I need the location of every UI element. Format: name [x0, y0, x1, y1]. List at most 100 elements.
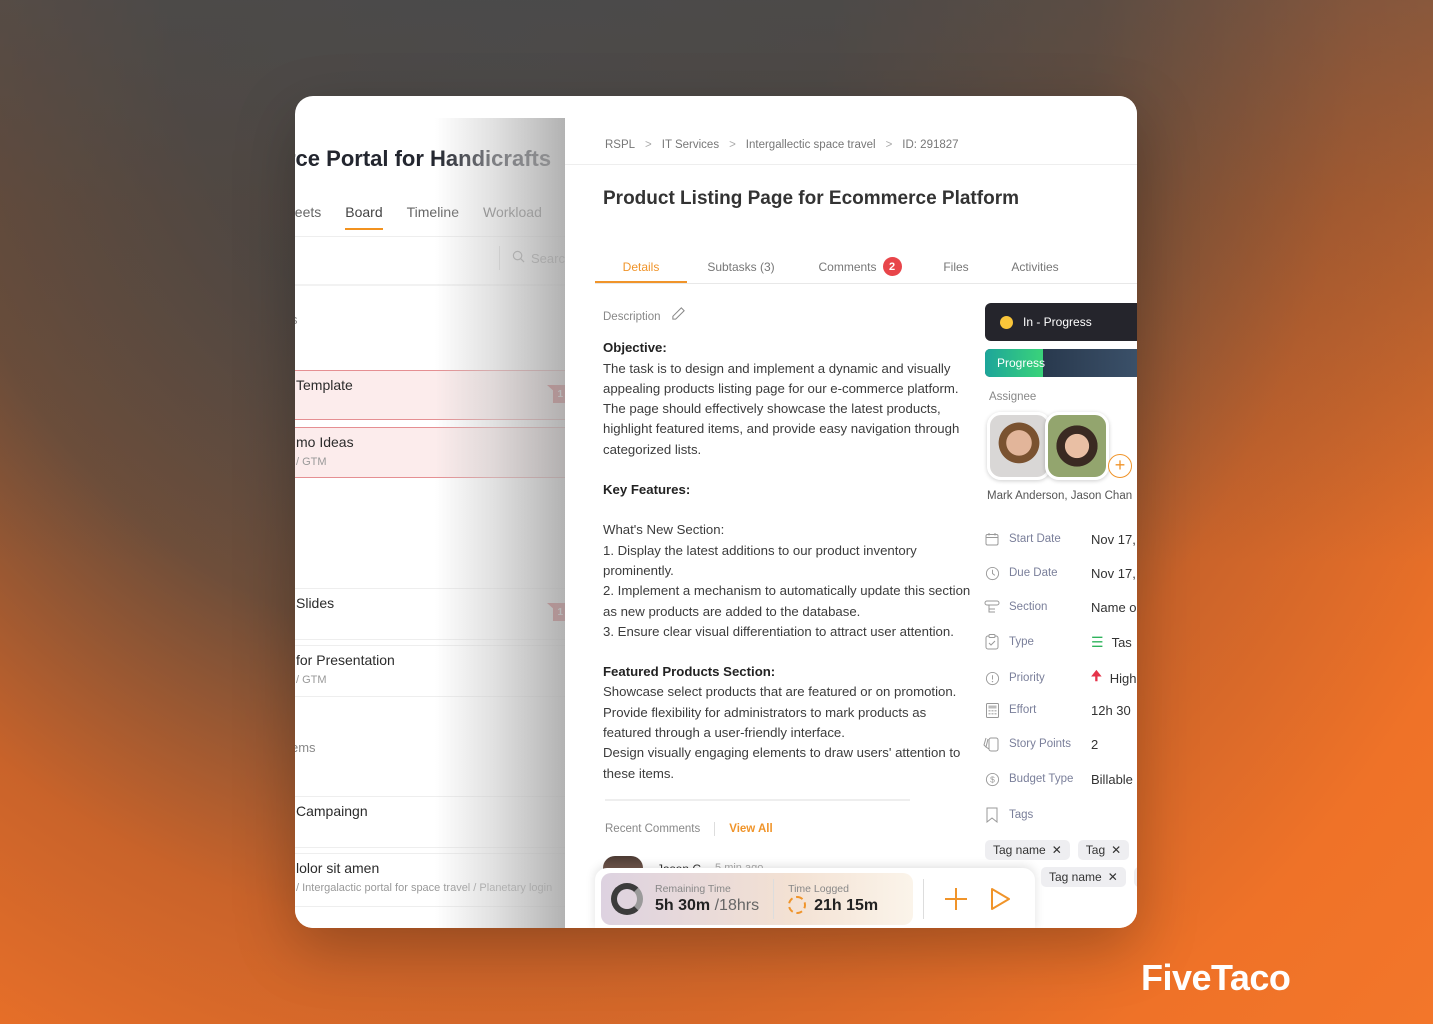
tab-details[interactable]: Details	[595, 254, 687, 283]
tab-board[interactable]: Board	[345, 204, 383, 230]
featured-item: Design visually engaging elements to dra…	[603, 745, 961, 781]
property-label: Budget Type	[1009, 773, 1074, 785]
chevron-right-icon: >	[885, 139, 893, 151]
property-value: 🠉 High	[1091, 667, 1137, 689]
task-card[interactable]: Slides 1	[295, 588, 565, 640]
task-title: Template	[296, 377, 353, 393]
property-effort[interactable]: Effort 12h 30	[983, 701, 1131, 719]
tag-list: Tag name✕ Tag✕ T	[985, 840, 1137, 860]
task-subtitle: / Intergalactic portal for space travel …	[296, 882, 553, 894]
whats-new-item: 2. Implement a mechanism to automaticall…	[603, 583, 971, 619]
tag[interactable]: Tag name ✕	[985, 840, 1070, 860]
property-value: Name o	[1091, 599, 1137, 615]
tab-files[interactable]: Files	[925, 254, 987, 283]
tag[interactable]: Tag ✕	[1077, 840, 1130, 860]
tag-label: Tag	[1085, 843, 1106, 857]
add-assignee-button[interactable]: +	[1108, 454, 1132, 478]
task-type-icon: ☰	[1091, 633, 1104, 650]
task-card[interactable]: mo Ideas / GTM	[295, 427, 565, 478]
tab-label: Details	[622, 260, 660, 274]
remaining-time-ring-icon	[611, 883, 643, 915]
tab-activities[interactable]: Activities	[987, 254, 1083, 283]
progress-label: Progress	[997, 356, 1046, 370]
whats-new-heading: What's New Section:	[603, 522, 725, 538]
property-label: Start Date	[1009, 533, 1061, 545]
property-due-date[interactable]: Due Date Nov 17,	[983, 564, 1136, 582]
assignee-label: Assignee	[989, 391, 1037, 403]
remove-tag-icon[interactable]: ✕	[1108, 870, 1118, 884]
search-icon	[512, 250, 525, 266]
group-label: ems	[295, 740, 316, 755]
board-tabs: heets Board Timeline Workload	[295, 204, 542, 230]
task-card[interactable]: lolor sit amen / Intergalactic portal fo…	[295, 853, 565, 907]
property-value: Billable	[1091, 771, 1133, 787]
play-icon	[991, 888, 1010, 910]
property-label: Tags	[1009, 809, 1034, 821]
property-start-date[interactable]: Start Date Nov 17,	[983, 530, 1136, 548]
tab-comments[interactable]: Comments 2	[795, 254, 925, 283]
task-subtitle: / GTM	[296, 674, 327, 686]
remaining-time: Remaining Time 5h 30m /18hrs	[655, 883, 759, 915]
task-detail-panel: RSPL > IT Services > Intergallectic spac…	[565, 96, 1137, 928]
divider	[923, 879, 924, 919]
task-title: Slides	[296, 595, 335, 611]
view-all-link[interactable]: View All	[729, 823, 772, 835]
plus-icon	[945, 888, 967, 910]
featured-item: Provide flexibility for administrators t…	[603, 704, 927, 741]
search-placeholder: Searc	[531, 250, 565, 266]
task-card[interactable]: Campaingn	[295, 796, 565, 848]
add-time-button[interactable]	[934, 877, 978, 921]
divider	[773, 879, 775, 919]
recent-comments-header: Recent Comments View All	[605, 822, 773, 836]
status-dropdown[interactable]: In - Progress	[985, 303, 1137, 341]
recent-comments-label: Recent Comments	[605, 823, 701, 835]
divider	[565, 164, 1137, 165]
featured-heading: Featured Products Section:	[603, 664, 776, 680]
tab-subtasks[interactable]: Subtasks (3)	[687, 254, 795, 283]
breadcrumb-item[interactable]: IT Services	[662, 139, 719, 151]
property-type[interactable]: Type ☰ Tas	[983, 633, 1132, 651]
remove-tag-icon[interactable]: ✕	[1052, 843, 1062, 857]
task-title: lolor sit amen	[296, 860, 380, 876]
arrow-up-icon: 🠉	[1091, 668, 1102, 683]
property-label: Story Points	[1009, 738, 1071, 750]
property-label: Due Date	[1009, 567, 1058, 579]
tag[interactable]: T	[1133, 867, 1137, 887]
time-logged-value: 21h 15m	[814, 897, 879, 914]
breadcrumb-item[interactable]: RSPL	[605, 139, 635, 151]
clipboard-icon	[983, 633, 1001, 651]
pencil-icon[interactable]	[671, 306, 686, 328]
comments-count-badge: 2	[882, 257, 902, 276]
progress-bar: Progress	[985, 349, 1137, 377]
type-value: Tas	[1111, 634, 1132, 650]
property-story-points[interactable]: Story Points 2	[983, 735, 1098, 753]
chevron-right-icon: >	[729, 139, 736, 151]
objective-heading: Objective:	[603, 340, 667, 356]
task-subtitle: / GTM	[296, 456, 327, 468]
divider	[295, 284, 565, 286]
task-card[interactable]: for Presentation / GTM	[295, 645, 565, 697]
breadcrumb-item[interactable]: Intergallectic space travel	[746, 139, 876, 151]
project-title: rce Portal for Handicrafts	[295, 146, 552, 171]
task-card[interactable]: Template 1	[295, 370, 565, 420]
time-logged: Time Logged 21h 15m	[788, 883, 878, 915]
remaining-time-total: /18hrs	[714, 897, 760, 914]
featured-item: Showcase select products that are featur…	[603, 684, 957, 700]
remove-tag-icon[interactable]: ✕	[1111, 843, 1121, 857]
cards-icon	[983, 735, 1001, 753]
property-priority[interactable]: Priority 🠉 High	[983, 667, 1137, 689]
property-budget-type[interactable]: $ Budget Type Billable	[983, 770, 1133, 788]
property-section[interactable]: Section Name o	[983, 598, 1137, 616]
tag-label: Tag name	[1049, 870, 1102, 884]
tab-timeline[interactable]: Timeline	[407, 204, 459, 230]
info-icon	[983, 669, 1001, 687]
task-id: ID: 291827	[902, 139, 959, 151]
start-timer-button[interactable]	[978, 877, 1022, 921]
tag[interactable]: Tag name ✕	[1041, 867, 1126, 887]
avatar[interactable]	[987, 412, 1051, 480]
tab-workload[interactable]: Workload	[483, 204, 542, 230]
avatar[interactable]	[1045, 412, 1109, 480]
tab-sheets[interactable]: heets	[295, 204, 321, 230]
divider	[295, 236, 565, 237]
search-input[interactable]: Searc	[499, 246, 565, 270]
